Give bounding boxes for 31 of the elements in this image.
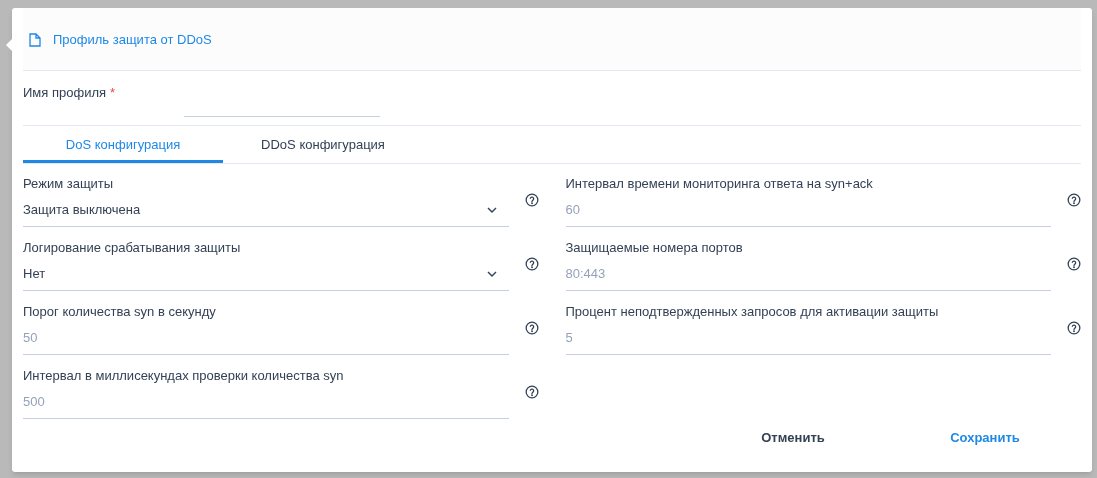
input-field[interactable]: 500	[23, 385, 509, 419]
tab[interactable]: DoS конфигурация	[23, 126, 223, 163]
help-icon[interactable]	[1067, 193, 1081, 207]
field-label: Защищаемые номера портов	[565, 239, 744, 257]
help-icon[interactable]	[1067, 321, 1081, 335]
help-icon[interactable]	[524, 193, 539, 207]
chevron-down-icon	[486, 206, 497, 213]
help-icon[interactable]	[1067, 257, 1081, 271]
select-field[interactable]: Защита выключена	[23, 193, 509, 227]
document-icon	[29, 33, 41, 47]
field-label: Имя профиля	[23, 84, 106, 103]
field-label: Интервал в миллисекундах проверки количества syn	[23, 367, 345, 385]
input-field[interactable]: 60	[565, 193, 1051, 227]
field-label: Режим защиты	[23, 175, 115, 193]
help-icon[interactable]	[524, 385, 539, 399]
select-field[interactable]: Нет	[23, 257, 509, 291]
chevron-down-icon	[486, 270, 497, 277]
input-field[interactable]: 50	[23, 321, 509, 355]
help-icon[interactable]	[524, 257, 539, 271]
help-icon[interactable]	[524, 321, 539, 335]
field-label: Порог количества syn в секунду	[23, 303, 217, 321]
dialog-title: Профиль защита от DDoS	[53, 31, 212, 50]
input-field[interactable]: 80:443	[565, 257, 1051, 291]
field-label: Интервал времени мониторинга ответа на syn+ack	[565, 175, 874, 193]
required-mark: *	[110, 84, 116, 103]
cancel-button[interactable]: Отменить	[697, 424, 889, 452]
field-label: Логирование срабатывания защиты	[23, 239, 242, 257]
field-label: Процент неподтвержденных запросов для активации защиты	[565, 303, 940, 321]
input-field[interactable]: 5	[565, 321, 1051, 355]
save-button[interactable]: Сохранить	[889, 424, 1081, 452]
tab[interactable]: DDoS конфигурация	[223, 126, 423, 163]
